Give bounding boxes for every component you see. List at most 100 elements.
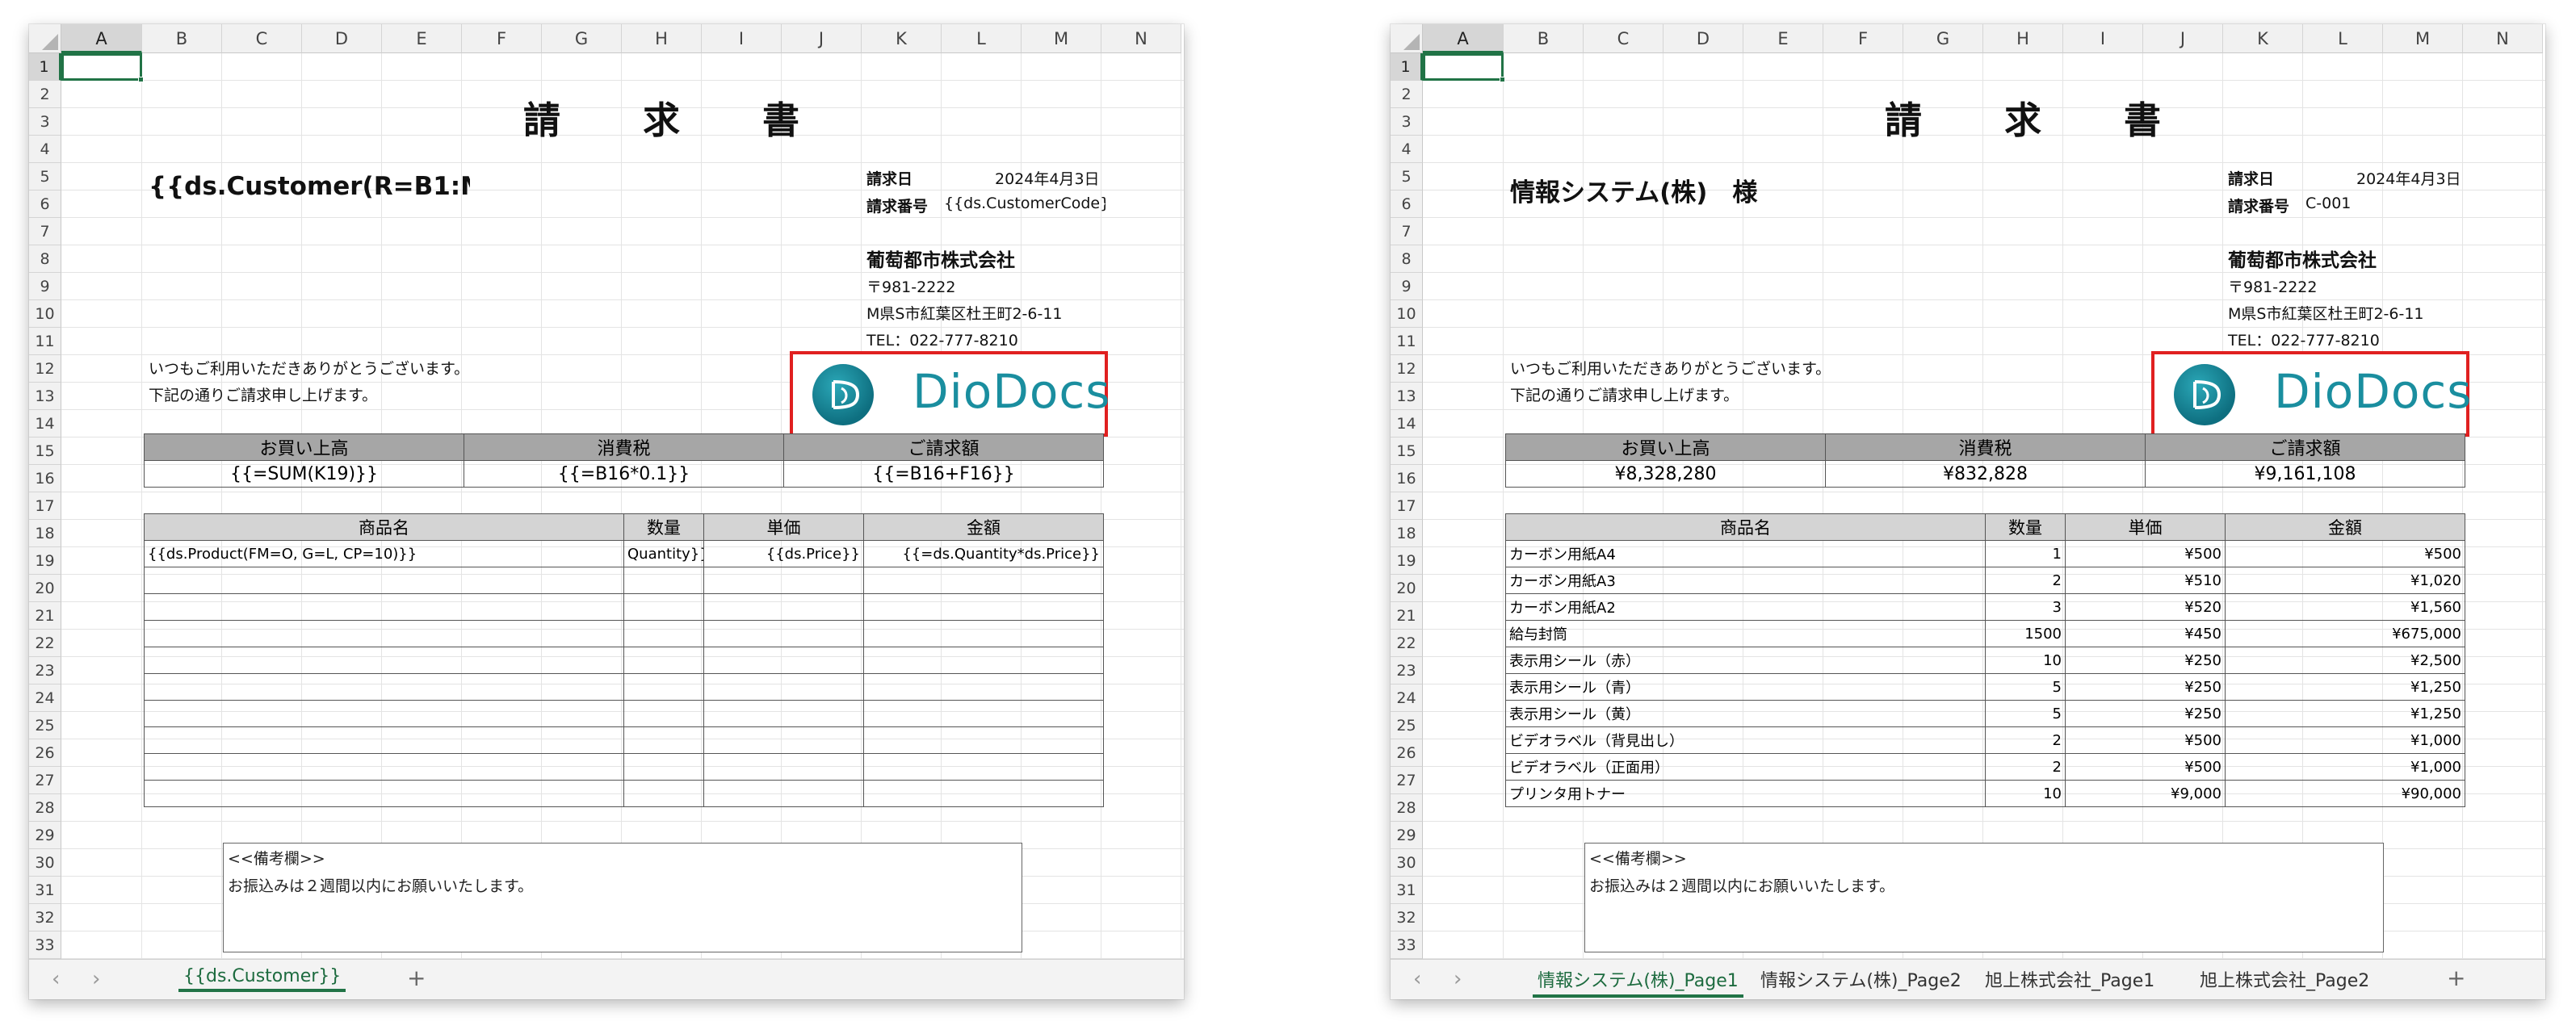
add-sheet-button[interactable]: + bbox=[2447, 965, 2465, 991]
item-empty-cell[interactable] bbox=[863, 673, 1104, 701]
item-empty-cell[interactable] bbox=[863, 567, 1104, 594]
prev-sheet-icon[interactable]: ‹ bbox=[1413, 967, 1421, 991]
item-empty-cell[interactable] bbox=[623, 726, 704, 754]
item-empty-cell[interactable] bbox=[623, 647, 704, 674]
item-amount[interactable]: ¥1,020 bbox=[2225, 567, 2465, 594]
item-empty-cell[interactable] bbox=[623, 673, 704, 701]
item-empty-cell[interactable] bbox=[703, 780, 864, 807]
item-template-qty[interactable]: Quantity}} bbox=[623, 540, 704, 567]
active-cell-a1[interactable] bbox=[1423, 53, 1505, 82]
spreadsheet-grid[interactable]: ABCDEFGHIJKLMN 1 2 3 4 5 6 7 8 9 10 11 12 13 14 15 16 17… bbox=[29, 24, 1184, 959]
item-empty-cell[interactable] bbox=[144, 726, 624, 754]
item-empty-cell[interactable] bbox=[623, 700, 704, 727]
item-template-amount[interactable]: {{=ds.Quantity*ds.Price}} bbox=[863, 540, 1104, 567]
sum-value-sales[interactable]: ¥8,328,280 bbox=[1505, 460, 1826, 488]
item-empty-cell[interactable] bbox=[144, 620, 624, 647]
sum-value-total[interactable]: ¥9,161,108 bbox=[2145, 460, 2465, 488]
item-price[interactable]: ¥250 bbox=[2065, 673, 2226, 701]
item-amount[interactable]: ¥1,250 bbox=[2225, 673, 2465, 701]
item-qty[interactable]: 3 bbox=[1985, 593, 2066, 621]
item-price[interactable]: ¥250 bbox=[2065, 700, 2226, 727]
item-amount[interactable]: ¥1,250 bbox=[2225, 700, 2465, 727]
item-empty-cell[interactable] bbox=[863, 593, 1104, 621]
item-amount[interactable]: ¥1,560 bbox=[2225, 593, 2465, 621]
item-name[interactable]: カーボン用紙A2 bbox=[1505, 593, 1986, 621]
item-price[interactable]: ¥500 bbox=[2065, 726, 2226, 754]
item-empty-cell[interactable] bbox=[703, 673, 864, 701]
item-price[interactable]: ¥9,000 bbox=[2065, 780, 2226, 807]
item-empty-cell[interactable] bbox=[863, 647, 1104, 674]
item-amount[interactable]: ¥500 bbox=[2225, 540, 2465, 567]
item-price[interactable]: ¥500 bbox=[2065, 753, 2226, 781]
item-empty-cell[interactable] bbox=[144, 647, 624, 674]
item-empty-cell[interactable] bbox=[623, 753, 704, 781]
item-empty-cell[interactable] bbox=[623, 780, 704, 807]
sum-value-tax[interactable]: {{=B16*0.1}} bbox=[464, 460, 784, 488]
sum-value-tax[interactable]: ¥832,828 bbox=[1825, 460, 2146, 488]
item-name[interactable]: 表示用シール（赤） bbox=[1505, 647, 1986, 674]
item-name[interactable]: プリンタ用トナー bbox=[1505, 780, 1986, 807]
item-empty-cell[interactable] bbox=[703, 700, 864, 727]
item-amount[interactable]: ¥675,000 bbox=[2225, 620, 2465, 647]
item-price[interactable]: ¥450 bbox=[2065, 620, 2226, 647]
sheet-tab-1[interactable]: 情報システム(株)_Page1 bbox=[1533, 966, 1743, 998]
item-empty-cell[interactable] bbox=[703, 567, 864, 594]
item-empty-cell[interactable] bbox=[144, 673, 624, 701]
item-empty-cell[interactable] bbox=[703, 647, 864, 674]
item-empty-cell[interactable] bbox=[703, 726, 864, 754]
item-qty[interactable]: 5 bbox=[1985, 673, 2066, 701]
item-qty[interactable]: 2 bbox=[1985, 726, 2066, 754]
sum-value-sales[interactable]: {{=SUM(K19)}} bbox=[144, 460, 464, 488]
item-name[interactable]: ビデオラベル（正面用） bbox=[1505, 753, 1986, 781]
item-name[interactable]: 給与封筒 bbox=[1505, 620, 1986, 647]
next-sheet-icon[interactable]: › bbox=[92, 967, 100, 991]
sheet-tab-3[interactable]: 旭上株式会社_Page1 bbox=[1980, 966, 2159, 992]
item-price[interactable]: ¥510 bbox=[2065, 567, 2226, 594]
item-name[interactable]: カーボン用紙A3 bbox=[1505, 567, 1986, 594]
prev-sheet-icon[interactable]: ‹ bbox=[52, 967, 60, 991]
item-empty-cell[interactable] bbox=[863, 753, 1104, 781]
item-price[interactable]: ¥500 bbox=[2065, 540, 2226, 567]
item-empty-cell[interactable] bbox=[863, 726, 1104, 754]
item-qty[interactable]: 2 bbox=[1985, 567, 2066, 594]
sheet-tab-4[interactable]: 旭上株式会社_Page2 bbox=[2195, 966, 2374, 992]
item-empty-cell[interactable] bbox=[863, 700, 1104, 727]
item-qty[interactable]: 10 bbox=[1985, 780, 2066, 807]
item-qty[interactable]: 1500 bbox=[1985, 620, 2066, 647]
item-empty-cell[interactable] bbox=[703, 593, 864, 621]
item-empty-cell[interactable] bbox=[623, 593, 704, 621]
active-cell-a1[interactable] bbox=[61, 53, 144, 82]
item-amount[interactable]: ¥90,000 bbox=[2225, 780, 2465, 807]
item-name[interactable]: ビデオラベル（背見出し） bbox=[1505, 726, 1986, 754]
item-qty[interactable]: 5 bbox=[1985, 700, 2066, 727]
item-qty[interactable]: 1 bbox=[1985, 540, 2066, 567]
item-empty-cell[interactable] bbox=[623, 567, 704, 594]
item-empty-cell[interactable] bbox=[144, 593, 624, 621]
item-qty[interactable]: 2 bbox=[1985, 753, 2066, 781]
add-sheet-button[interactable]: + bbox=[407, 965, 426, 991]
sum-value-total[interactable]: {{=B16+F16}} bbox=[783, 460, 1104, 488]
item-empty-cell[interactable] bbox=[863, 780, 1104, 807]
item-empty-cell[interactable] bbox=[144, 700, 624, 727]
item-template-price[interactable]: {{ds.Price}} bbox=[703, 540, 864, 567]
item-empty-cell[interactable] bbox=[623, 620, 704, 647]
item-name[interactable]: 表示用シール（青） bbox=[1505, 673, 1986, 701]
item-empty-cell[interactable] bbox=[144, 753, 624, 781]
item-amount[interactable]: ¥1,000 bbox=[2225, 726, 2465, 754]
item-name[interactable]: 表示用シール（黄） bbox=[1505, 700, 1986, 727]
sheet-tab-template[interactable]: {{ds.Customer}} bbox=[178, 966, 346, 992]
item-empty-cell[interactable] bbox=[144, 567, 624, 594]
item-template-name[interactable]: {{ds.Product(FM=O, G=L, CP=10)}} bbox=[144, 540, 624, 567]
item-amount[interactable]: ¥2,500 bbox=[2225, 647, 2465, 674]
spreadsheet-grid[interactable]: ABCDEFGHIJKLMN 1 2 3 4 5 6 7 8 9 10 11 12 13 14 15 16 17… bbox=[1391, 24, 2545, 959]
item-empty-cell[interactable] bbox=[703, 753, 864, 781]
item-amount[interactable]: ¥1,000 bbox=[2225, 753, 2465, 781]
next-sheet-icon[interactable]: › bbox=[1454, 967, 1462, 991]
sheet-tab-2[interactable]: 情報システム(株)_Page2 bbox=[1756, 966, 1966, 992]
item-qty[interactable]: 10 bbox=[1985, 647, 2066, 674]
item-price[interactable]: ¥250 bbox=[2065, 647, 2226, 674]
item-empty-cell[interactable] bbox=[703, 620, 864, 647]
item-empty-cell[interactable] bbox=[863, 620, 1104, 647]
item-empty-cell[interactable] bbox=[144, 780, 624, 807]
item-price[interactable]: ¥520 bbox=[2065, 593, 2226, 621]
